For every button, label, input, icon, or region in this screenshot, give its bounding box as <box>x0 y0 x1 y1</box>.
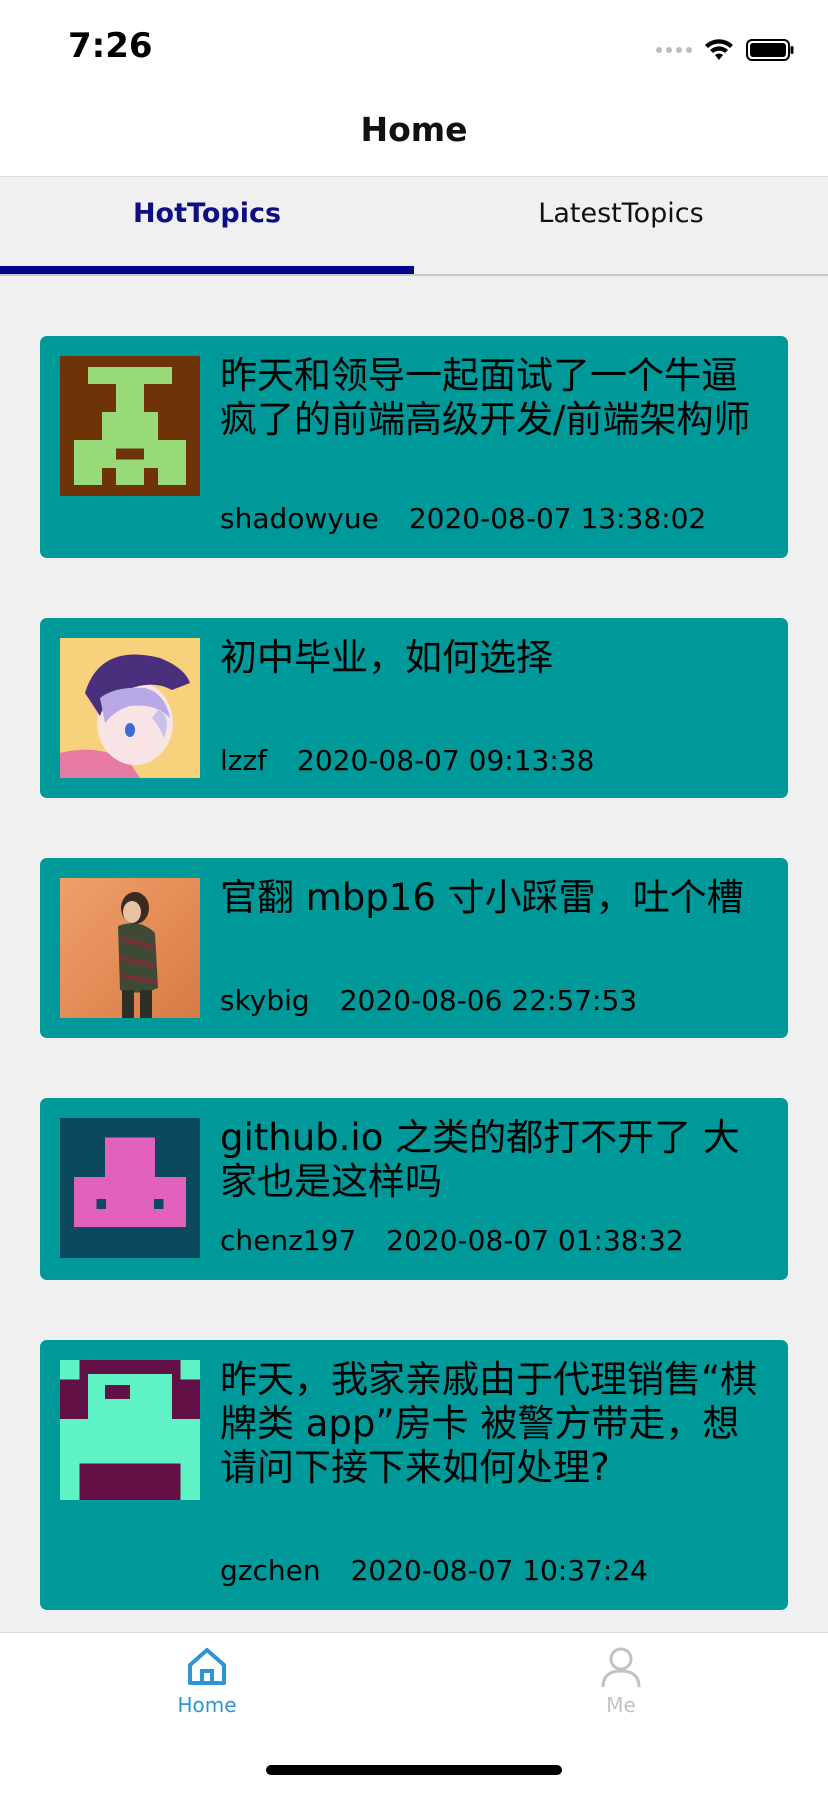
bottom-tab-label: Home <box>177 1693 237 1717</box>
user-icon <box>601 1647 641 1688</box>
status-icons <box>656 36 794 64</box>
topic-date: 2020-08-07 10:37:24 <box>350 1554 648 1587</box>
topic-author: chenz197 <box>220 1224 357 1257</box>
topic-author: lzzf <box>220 744 268 777</box>
topic-author: shadowyue <box>220 502 379 535</box>
topic-title: 官翻 mbp16 寸小踩雷，吐个槽 <box>220 876 744 919</box>
anime-character-avatar <box>60 638 200 778</box>
status-time: 7:26 <box>68 26 153 66</box>
mint-pixel-avatar <box>60 1360 200 1500</box>
home-icon <box>188 1648 226 1685</box>
bottom-tab-label: Me <box>606 1693 636 1717</box>
topic-card[interactable]: github.io 之类的都打不开了 大家也是这样吗 chenz197 2020-… <box>40 1098 788 1280</box>
topic-tabs: HotTopics LatestTopics <box>0 177 828 276</box>
status-bar: 7:26 <box>0 0 828 96</box>
bottom-tab-me[interactable]: Me <box>414 1633 828 1743</box>
topic-date: 2020-08-07 13:38:02 <box>408 502 707 535</box>
topic-meta: lzzf 2020-08-07 09:13:38 <box>220 744 594 777</box>
topic-card[interactable]: 昨天，我家亲戚由于代理销售“棋牌类 app”房卡 被警方带走，想请问下接下来如何… <box>40 1340 788 1610</box>
wifi-icon <box>705 39 733 60</box>
topic-card[interactable]: 初中毕业，如何选择 lzzf 2020-08-07 09:13:38 <box>40 618 788 798</box>
topic-title: 昨天，我家亲戚由于代理销售“棋牌类 app”房卡 被警方带走，想请问下接下来如何… <box>220 1358 758 1489</box>
topic-title: github.io 之类的都打不开了 大家也是这样吗 <box>220 1116 740 1203</box>
home-indicator <box>266 1765 562 1775</box>
bottom-tab-home[interactable]: Home <box>0 1633 414 1743</box>
topic-card[interactable]: 昨天和领导一起面试了一个牛逼疯了的前端高级开发/前端架构师 shadowyue 2… <box>40 336 788 558</box>
topic-date: 2020-08-07 01:38:32 <box>386 1224 684 1257</box>
topic-author: gzchen <box>220 1554 321 1587</box>
topic-author: skybig <box>220 984 310 1017</box>
nav-header: Home <box>0 96 828 177</box>
green-pixel-avatar <box>60 356 200 496</box>
tab-latest-topics[interactable]: LatestTopics <box>414 177 828 274</box>
topic-list[interactable]: 昨天和领导一起面试了一个牛逼疯了的前端高级开发/前端架构师 shadowyue 2… <box>0 276 828 1632</box>
battery-icon <box>746 39 794 61</box>
photo-person-avatar <box>60 878 200 1018</box>
topic-title: 昨天和领导一起面试了一个牛逼疯了的前端高级开发/前端架构师 <box>220 354 751 441</box>
topic-title: 初中毕业，如何选择 <box>220 636 553 679</box>
topic-date: 2020-08-06 22:57:53 <box>339 984 638 1017</box>
topic-meta: skybig 2020-08-06 22:57:53 <box>220 984 637 1017</box>
topic-meta: gzchen 2020-08-07 10:37:24 <box>220 1554 648 1587</box>
page-title: Home <box>360 109 468 149</box>
signal-icon <box>656 47 692 53</box>
pink-pixel-avatar <box>60 1118 200 1258</box>
topic-date: 2020-08-07 09:13:38 <box>297 744 595 777</box>
topic-card[interactable]: 官翻 mbp16 寸小踩雷，吐个槽 skybig 2020-08-06 22:57… <box>40 858 788 1038</box>
tab-indicator <box>0 266 414 274</box>
tab-hot-topics[interactable]: HotTopics <box>0 177 414 274</box>
topic-meta: shadowyue 2020-08-07 13:38:02 <box>220 502 706 535</box>
topic-meta: chenz197 2020-08-07 01:38:32 <box>220 1224 684 1257</box>
